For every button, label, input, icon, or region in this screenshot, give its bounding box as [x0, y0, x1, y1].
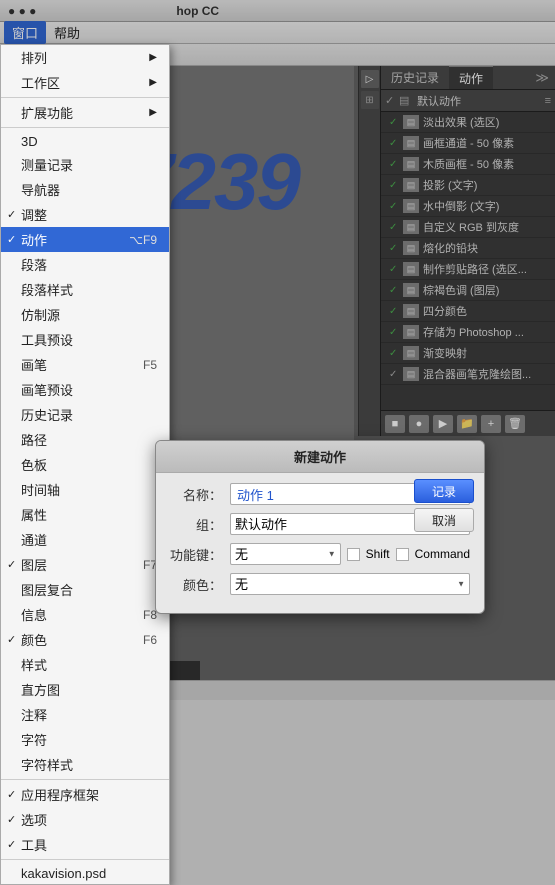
- divider-3: [1, 779, 169, 780]
- menu-item-character[interactable]: 字符: [1, 727, 169, 752]
- menu-item-adjust[interactable]: 调整: [1, 202, 169, 227]
- menu-item-char-style[interactable]: 字符样式: [1, 752, 169, 777]
- hotkey-select[interactable]: 无: [230, 543, 341, 565]
- menu-item-paragraph[interactable]: 段落: [1, 252, 169, 277]
- divider-2: [1, 127, 169, 128]
- shortcut-color: F6: [143, 633, 157, 647]
- menu-item-layer-comps[interactable]: 图层复合: [1, 577, 169, 602]
- menu-item-history[interactable]: 历史记录: [1, 402, 169, 427]
- arrow-icon: ▶: [149, 77, 157, 88]
- divider-1: [1, 97, 169, 98]
- menu-item-clone-source[interactable]: 仿制源: [1, 302, 169, 327]
- dialog-buttons: 记录 取消: [414, 479, 474, 532]
- menu-item-tools[interactable]: 工具: [1, 832, 169, 857]
- shortcut-actions: ⌥F9: [129, 233, 157, 247]
- menu-item-options[interactable]: 选项: [1, 807, 169, 832]
- menu-item-paths[interactable]: 路径: [1, 427, 169, 452]
- menu-item-tool-presets[interactable]: 工具预设: [1, 327, 169, 352]
- hotkey-modifiers: Shift Command: [347, 547, 470, 561]
- menu-item-extensions[interactable]: 扩展功能 ▶: [1, 100, 169, 125]
- menu-item-actions[interactable]: 动作 ⌥F9: [1, 227, 169, 252]
- menu-item-navigator[interactable]: 导航器: [1, 177, 169, 202]
- name-label: 名称：: [170, 485, 230, 504]
- shift-label: Shift: [366, 547, 390, 561]
- menu-item-brush[interactable]: 画笔 F5: [1, 352, 169, 377]
- menu-item-app-frame[interactable]: 应用程序框架: [1, 782, 169, 807]
- color-label: 颜色：: [170, 575, 230, 594]
- dialog-hotkey-row: 功能键： 无 Shift Command: [170, 543, 470, 565]
- menu-item-brush-preset[interactable]: 画笔预设: [1, 377, 169, 402]
- dialog-color-row: 颜色： 无: [170, 573, 470, 595]
- menu-item-3d[interactable]: 3D: [1, 130, 169, 152]
- record-button[interactable]: 记录: [414, 479, 474, 503]
- divider-4: [1, 859, 169, 860]
- hotkey-select-wrapper: 无: [230, 543, 341, 565]
- cancel-button[interactable]: 取消: [414, 508, 474, 532]
- menu-item-color[interactable]: 颜色 F6: [1, 627, 169, 652]
- menu-item-info[interactable]: 信息 F8: [1, 602, 169, 627]
- arrow-icon: ▶: [149, 52, 157, 63]
- group-label: 组：: [170, 515, 230, 534]
- menu-item-channels[interactable]: 通道: [1, 527, 169, 552]
- arrow-icon: ▶: [149, 107, 157, 118]
- menu-item-histogram[interactable]: 直方图: [1, 677, 169, 702]
- new-action-dialog: 新建动作 记录 取消 名称： 组： 默认动作 功能键： 无: [155, 440, 485, 614]
- menu-item-workspace[interactable]: 工作区 ▶: [1, 70, 169, 95]
- menu-item-swatches[interactable]: 色板: [1, 452, 169, 477]
- color-select-wrapper: 无: [230, 573, 470, 595]
- command-checkbox[interactable]: [396, 548, 409, 561]
- menu-item-arrange[interactable]: 排列 ▶: [1, 45, 169, 70]
- menu-item-layers[interactable]: 图层 F7: [1, 552, 169, 577]
- shortcut-brush: F5: [143, 358, 157, 372]
- dialog-title: 新建动作: [156, 441, 484, 473]
- menu-item-styles[interactable]: 样式: [1, 652, 169, 677]
- command-label: Command: [415, 547, 470, 561]
- menu-item-measure[interactable]: 测量记录: [1, 152, 169, 177]
- menu-item-timeline[interactable]: 时间轴: [1, 477, 169, 502]
- shift-checkbox[interactable]: [347, 548, 360, 561]
- menu-item-properties[interactable]: 属性: [1, 502, 169, 527]
- menu-item-paragraph-style[interactable]: 段落样式: [1, 277, 169, 302]
- hotkey-label: 功能键：: [170, 545, 230, 564]
- menu-item-notes[interactable]: 注释: [1, 702, 169, 727]
- color-select[interactable]: 无: [230, 573, 470, 595]
- menu-item-file[interactable]: kakavision.psd: [1, 862, 169, 884]
- dropdown-menu: 排列 ▶ 工作区 ▶ 扩展功能 ▶ 3D 测量记录 导航器 调整 动作 ⌥F9 …: [0, 44, 170, 885]
